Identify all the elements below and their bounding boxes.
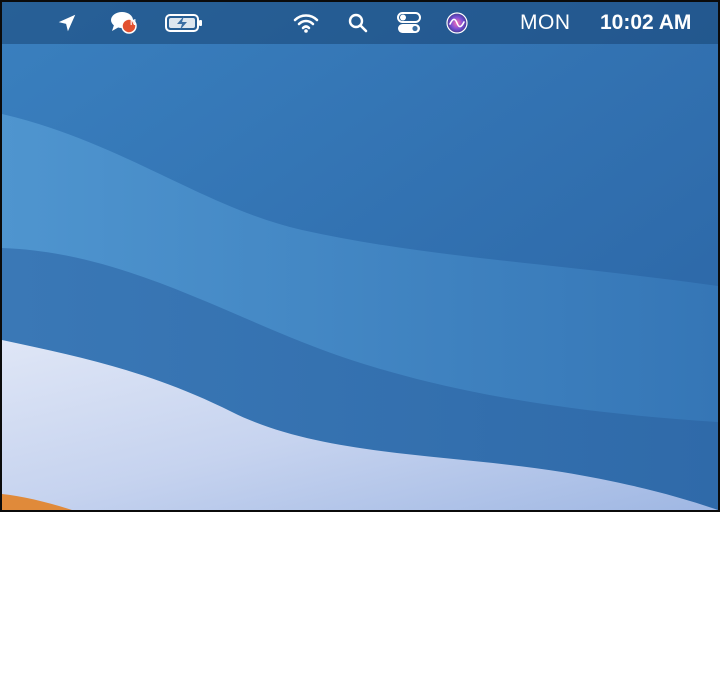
wifi-icon[interactable] [290, 2, 322, 44]
menubar-day[interactable]: MON [520, 11, 571, 35]
desktop-screen: N MON 10:02 AM [0, 0, 720, 512]
siri-icon[interactable] [442, 2, 472, 44]
chat-bubble-icon[interactable]: N [106, 2, 142, 44]
control-center-icon[interactable] [392, 2, 426, 44]
search-icon[interactable] [344, 2, 372, 44]
desktop-wallpaper [2, 2, 718, 510]
menu-bar: N MON 10:02 AM [2, 2, 718, 44]
battery-charging-icon[interactable] [162, 2, 206, 44]
menubar-clock[interactable]: 10:02 AM [600, 11, 691, 35]
location-arrow-icon[interactable] [52, 2, 82, 44]
messages-badge: N [130, 18, 136, 27]
